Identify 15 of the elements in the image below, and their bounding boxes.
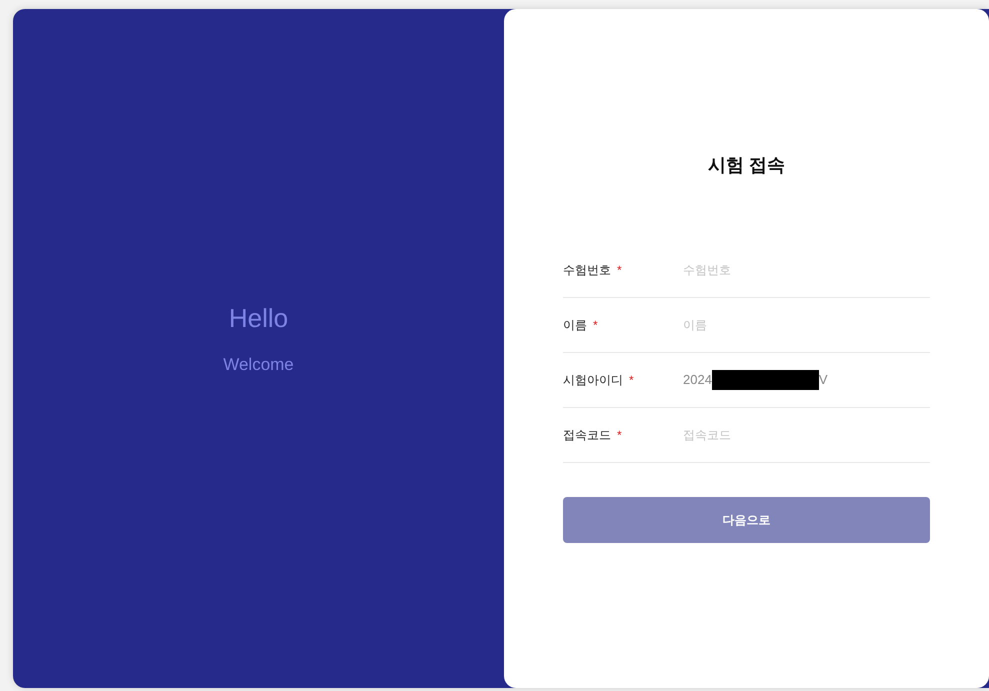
field-label: 이름 (563, 317, 587, 334)
field-label: 접속코드 (563, 427, 611, 444)
input-field[interactable]: 2024 V (683, 366, 828, 394)
required-mark: * (629, 372, 634, 389)
form-title: 시험 접속 (706, 154, 786, 177)
field-label: 수험번호 (563, 262, 611, 279)
input-field[interactable]: 수험번호 (683, 257, 930, 283)
required-mark: * (617, 427, 622, 444)
greeting-title: Hello (228, 302, 288, 336)
field-label: 시험아이디 (563, 372, 623, 389)
required-mark: * (593, 317, 598, 334)
input-field[interactable]: 접속코드 (683, 422, 930, 448)
greeting-subtitle: Welcome (223, 354, 294, 376)
input-field[interactable]: 이름 (683, 312, 930, 338)
required-mark: * (617, 262, 622, 279)
